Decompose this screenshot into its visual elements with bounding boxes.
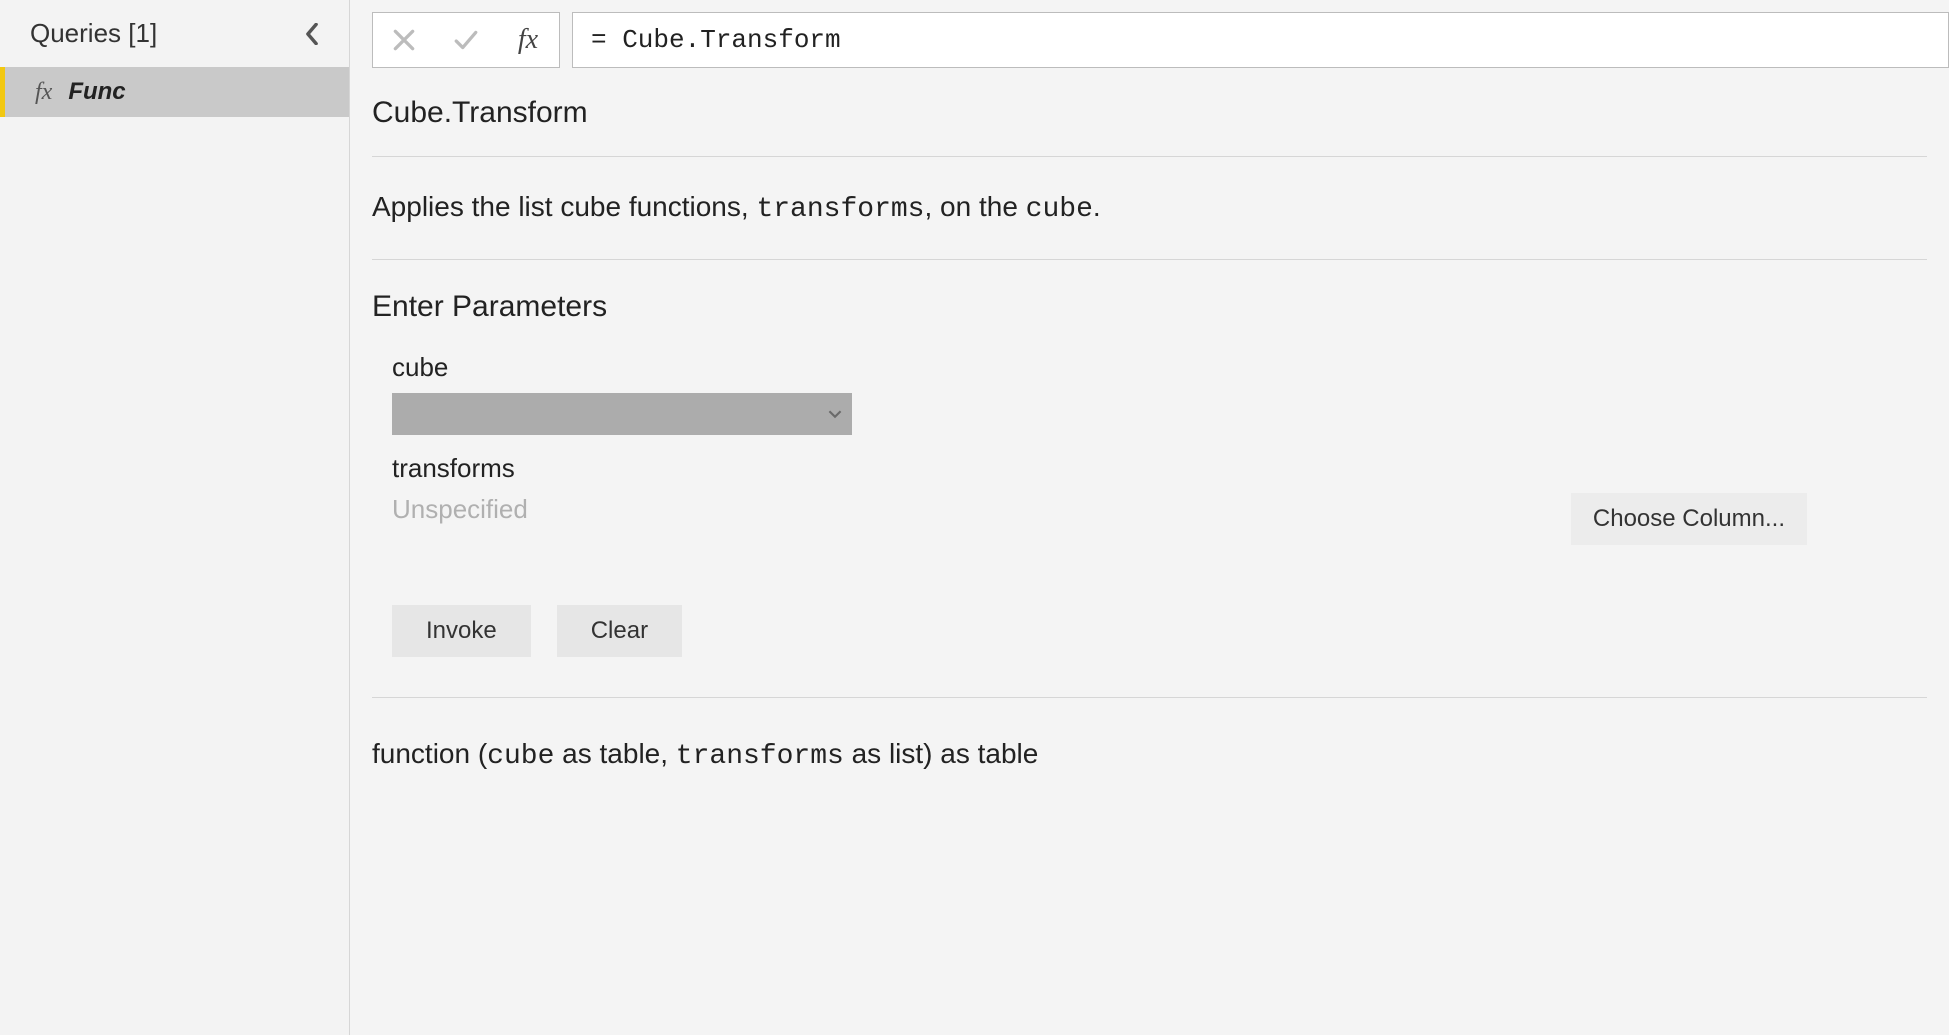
formula-bar-row: fx <box>350 0 1949 68</box>
param-cube-label: cube <box>392 352 1927 383</box>
sig-text: function ( <box>372 738 487 769</box>
chevron-down-icon <box>828 407 842 421</box>
fx-icon: fx <box>35 79 52 106</box>
formula-bar-controls: fx <box>372 12 560 68</box>
query-item-label: Func <box>68 78 125 106</box>
function-title: Cube.Transform <box>372 96 1927 157</box>
param-cube-row: cube transforms Unspecified <box>372 352 1927 525</box>
sig-code-transforms: transforms <box>676 741 844 772</box>
sig-text: as list) as table <box>844 738 1039 769</box>
desc-text: . <box>1093 191 1101 222</box>
fx-formula-icon[interactable]: fx <box>497 13 559 67</box>
function-description: Applies the list cube functions, transfo… <box>372 157 1927 260</box>
parameters-section: Enter Parameters cube transforms Unspeci… <box>372 260 1927 698</box>
queries-sidebar: Queries [1] fx Func <box>0 0 350 1035</box>
function-signature: function (cube as table, transforms as l… <box>372 698 1927 812</box>
desc-code-cube: cube <box>1026 194 1093 225</box>
content-area: Cube.Transform Applies the list cube fun… <box>350 68 1949 1035</box>
commit-formula-icon[interactable] <box>435 13 497 67</box>
parameters-heading: Enter Parameters <box>372 290 1927 324</box>
desc-code-transforms: transforms <box>756 194 924 225</box>
action-row: Invoke Clear <box>372 605 1927 657</box>
main-panel: fx Cube.Transform Applies the list cube … <box>350 0 1949 1035</box>
sidebar-header: Queries [1] <box>0 0 349 67</box>
cancel-formula-icon[interactable] <box>373 13 435 67</box>
formula-input[interactable] <box>572 12 1949 68</box>
clear-button[interactable]: Clear <box>557 605 682 657</box>
param-transforms-value: Unspecified <box>392 494 1927 525</box>
param-cube-dropdown[interactable] <box>392 393 852 435</box>
collapse-sidebar-icon[interactable] <box>297 19 327 49</box>
sig-text: as table, <box>554 738 675 769</box>
param-transforms-label: transforms <box>392 453 1927 484</box>
desc-text: , on the <box>924 191 1025 222</box>
sidebar-title: Queries [1] <box>30 18 157 49</box>
invoke-button[interactable]: Invoke <box>392 605 531 657</box>
query-item-func[interactable]: fx Func <box>0 67 349 117</box>
sig-code-cube: cube <box>487 741 554 772</box>
desc-text: Applies the list cube functions, <box>372 191 756 222</box>
app-root: Queries [1] fx Func fx <box>0 0 1949 1035</box>
